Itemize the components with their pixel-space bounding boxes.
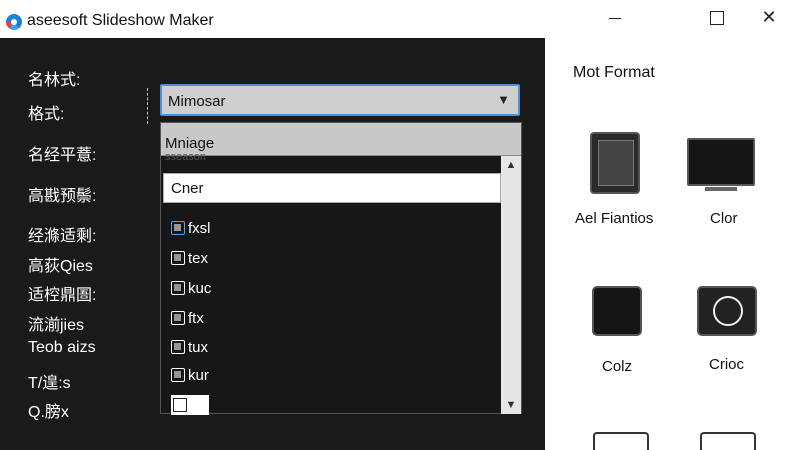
dropdown-option[interactable]: kuc (171, 277, 211, 299)
dropdown-option-label: tux (188, 338, 209, 356)
setting-label-6: 高荻Qies (28, 258, 93, 275)
dropdown-selected-label: Cner (171, 180, 204, 197)
dropdown-selected-option[interactable]: Cner (163, 173, 501, 203)
dropdown-header-label: Mniage (165, 135, 215, 152)
dropdown-option-partial[interactable] (171, 395, 209, 415)
title-bar: aseesoft Slideshow Maker ✕ (0, 0, 800, 38)
setting-label-3: 名经平薏: (28, 147, 97, 164)
format-option-label[interactable]: Colz (602, 358, 632, 375)
setting-label-10: T/遑:s (28, 375, 71, 392)
dropdown-option-label: ftx (188, 309, 204, 327)
dropdown-option-label: kur (188, 366, 209, 384)
dropdown-option-label: tex (188, 249, 209, 267)
format-label: 格式: (28, 106, 65, 123)
close-button[interactable]: ✕ (746, 2, 792, 32)
minimize-icon (609, 17, 621, 19)
chevron-up-icon[interactable]: ▲ (501, 156, 521, 174)
device-icon[interactable] (700, 432, 756, 450)
chevron-down-icon[interactable]: ▼ (501, 396, 521, 414)
file-icon (173, 398, 187, 412)
file-icon (171, 221, 185, 235)
tablet-icon[interactable] (590, 132, 640, 194)
format-option-label[interactable]: Ael Fiantios (575, 210, 653, 227)
device-icon[interactable] (593, 432, 649, 450)
square-device-icon[interactable] (592, 286, 642, 336)
dropdown-header-option[interactable]: Mniage (161, 123, 521, 156)
format-option-label[interactable]: Crioc (709, 356, 744, 373)
app-logo-icon (6, 14, 22, 30)
dropdown-option[interactable]: ftx (171, 307, 204, 329)
monitor-icon[interactable] (687, 138, 755, 186)
file-icon (171, 311, 185, 325)
dropdown-option[interactable]: tux (171, 336, 208, 358)
maximize-button[interactable] (694, 2, 740, 32)
format-dropdown-list[interactable]: Mniage sseason Cner fxsl tex kuc ftx tux… (160, 122, 522, 415)
minimize-button[interactable] (592, 2, 638, 32)
setting-label-7: 适椌鼎圄: (28, 287, 97, 304)
maximize-icon (710, 11, 724, 26)
setting-label-11: Q.膀x (28, 404, 69, 421)
dropdown-option[interactable]: kur (171, 364, 209, 386)
file-icon (171, 281, 185, 295)
format-select[interactable]: Mimosar ▼ (160, 84, 520, 116)
setting-label-8: 流湔jies (28, 317, 85, 334)
dropdown-option[interactable]: tex (171, 247, 208, 269)
dropdown-scrollbar[interactable]: ▲ ▼ (501, 156, 521, 414)
chevron-down-icon[interactable]: ▼ (497, 92, 510, 107)
camera-icon[interactable] (697, 286, 757, 336)
file-icon (171, 251, 185, 265)
dropdown-option-label: fxsl (188, 219, 211, 237)
focus-marker (147, 88, 157, 124)
close-icon: ✕ (761, 7, 777, 27)
dropdown-option[interactable]: fxsl (171, 217, 211, 239)
setting-label-4: 高戡预鬃: (28, 188, 97, 205)
format-select-value: Mimosar (168, 93, 226, 110)
setting-label-5: 经滌适剩: (28, 228, 97, 245)
format-panel-title: Mot Format (573, 64, 655, 81)
dropdown-option-label: kuc (188, 279, 212, 297)
format-panel: Mot Format Ael Fiantios Clor Colz Crioc (545, 38, 800, 450)
monitor-stand (705, 187, 737, 191)
setting-label-1: 名林式: (28, 72, 81, 89)
file-icon (171, 368, 185, 382)
setting-label-9: Teob aizs (28, 339, 96, 356)
format-option-label[interactable]: Clor (710, 210, 738, 227)
window-title: aseesoft Slideshow Maker (27, 12, 214, 29)
dropdown-ghost-text: sseason (165, 151, 206, 163)
file-icon (171, 340, 185, 354)
